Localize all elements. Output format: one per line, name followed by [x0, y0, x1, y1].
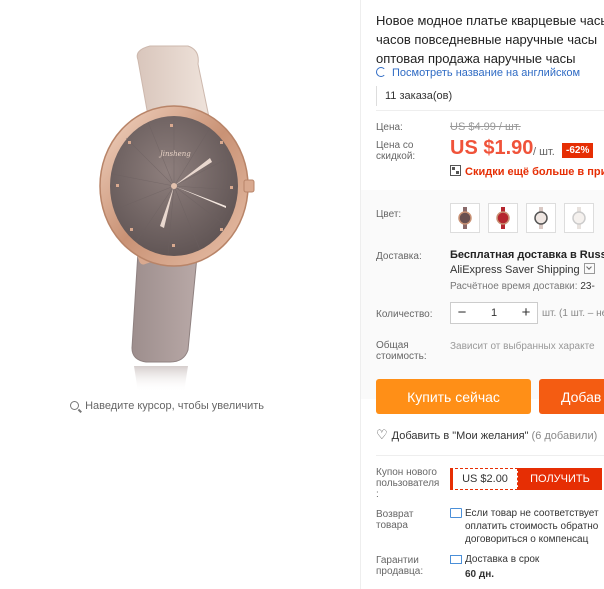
product-info-panel: Новое модное платье кварцевые часы часов…: [361, 0, 604, 589]
product-title-line: часов повседневные наручные часы: [376, 32, 598, 47]
get-coupon-button[interactable]: ПОЛУЧИТЬ: [518, 468, 602, 490]
color-swatch[interactable]: [450, 203, 480, 233]
watch-thumb-icon: [496, 207, 510, 229]
zoom-hint-text: Наведите курсор, чтобы увеличить: [85, 400, 264, 412]
zoom-hint: Наведите курсор, чтобы увеличить: [70, 400, 264, 412]
total-note: Зависит от выбранных характе: [450, 341, 595, 352]
magnifier-icon: [70, 401, 79, 410]
returns-label-line: Возврат: [376, 509, 414, 520]
product-title-line: Новое модное платье кварцевые часы: [376, 13, 604, 28]
translate-title-link[interactable]: Посмотреть название на английском: [376, 67, 580, 79]
returns-text-line: оплатить стоимость обратно: [465, 521, 599, 532]
heart-icon: ♡: [376, 427, 388, 442]
shipping-time-value: 23-: [580, 281, 595, 292]
wishlist-count: (6 добавили): [531, 430, 598, 442]
app-discount-text: Скидки ещё больше в прило: [465, 166, 604, 178]
quantity-label: Количество:: [376, 309, 433, 320]
orders-count: 11 заказа(ов): [376, 86, 460, 106]
buy-now-button[interactable]: Купить сейчас: [376, 379, 531, 414]
wishlist-text: Добавить в "Мои желания": [391, 430, 529, 442]
color-label: Цвет:: [376, 209, 402, 220]
old-price: US $4.99 / шт.: [450, 121, 521, 133]
wishlist-link[interactable]: ♡ Добавить в "Мои желания" (6 добавили): [376, 427, 597, 443]
divider: [376, 455, 604, 456]
add-to-cart-button[interactable]: Добав: [539, 379, 604, 414]
watch-thumb-icon: [458, 207, 472, 229]
product-gallery: Jinsheng Наведите курсор, чтобы увеличит…: [0, 0, 360, 589]
returns-text-line: договориться о компенсац: [465, 534, 589, 545]
product-title: Новое модное платье кварцевые часы часов…: [376, 11, 604, 68]
guarantee-label: Гарантии продавца:: [376, 555, 423, 577]
coupon-label: Купон нового пользователя :: [376, 467, 439, 500]
returns-text-line: Если товар не соответствует: [465, 508, 599, 519]
color-swatches: [450, 203, 594, 233]
coupon-value: US $2.00: [450, 468, 518, 490]
color-swatch[interactable]: [564, 203, 594, 233]
quantity-stepper: − 1 +: [450, 302, 538, 324]
coupon-label-line: :: [376, 489, 379, 500]
discount-price-label-line: скидкой:: [376, 151, 416, 162]
current-price: US $1.90: [450, 137, 534, 159]
shipping-label: Доставка:: [376, 251, 422, 262]
returns-text: Если товар не соответствует оплатить сто…: [465, 507, 599, 546]
guarantee-label-line: продавца:: [376, 566, 424, 577]
quantity-minus-button[interactable]: −: [451, 303, 473, 323]
shipping-time: Расчётное время доставки: 23-: [450, 281, 595, 292]
price-unit: / шт.: [533, 146, 555, 158]
shipping-time-label: Расчётное время доставки:: [450, 281, 578, 292]
color-swatch[interactable]: [526, 203, 556, 233]
product-image[interactable]: Jinsheng: [60, 30, 300, 390]
truck-icon: [450, 555, 462, 564]
svg-text:Jinsheng: Jinsheng: [158, 150, 191, 158]
returns-label: Возврат товара: [376, 509, 414, 531]
guarantee-delivery: Доставка в срок: [465, 554, 540, 565]
shipping-method-select[interactable]: AliExpress Saver Shipping: [450, 263, 595, 276]
quantity-plus-button[interactable]: +: [515, 303, 537, 323]
guarantee-label-line: Гарантии: [376, 555, 419, 566]
divider: [376, 110, 604, 111]
watch-thumb-icon: [572, 207, 586, 229]
total-label-line: стоимость:: [376, 351, 427, 362]
translate-icon: [376, 67, 386, 77]
translate-link-text: Посмотреть название на английском: [392, 67, 581, 79]
app-discount-link[interactable]: Скидки ещё больше в прило: [450, 165, 604, 178]
shipping-method-text: AliExpress Saver Shipping: [450, 264, 580, 276]
product-title-line: оптовая продажа наручные часы: [376, 51, 576, 66]
watch-thumb-icon: [534, 207, 548, 229]
guarantee-days: 60 дн.: [465, 569, 495, 580]
chevron-down-icon: [583, 263, 595, 274]
quantity-input[interactable]: 1: [473, 307, 515, 319]
total-label-line: Общая: [376, 340, 409, 351]
discount-badge: -62%: [562, 143, 594, 158]
qr-code-icon: [450, 165, 461, 176]
price-label: Цена:: [376, 122, 403, 133]
discount-price-label-line: Цена со: [376, 140, 414, 151]
coupon-label-line: пользователя: [376, 478, 440, 489]
color-swatch[interactable]: [488, 203, 518, 233]
total-label: Общая стоимость:: [376, 340, 427, 362]
return-box-icon: [450, 508, 462, 518]
coupon-label-line: Купон нового: [376, 467, 437, 478]
shipping-title: Бесплатная доставка в Russia: [450, 249, 604, 261]
discount-price-label: Цена со скидкой:: [376, 140, 415, 162]
returns-label-line: товара: [376, 520, 408, 531]
quantity-note: шт. (1 шт. – нет: [542, 308, 604, 319]
